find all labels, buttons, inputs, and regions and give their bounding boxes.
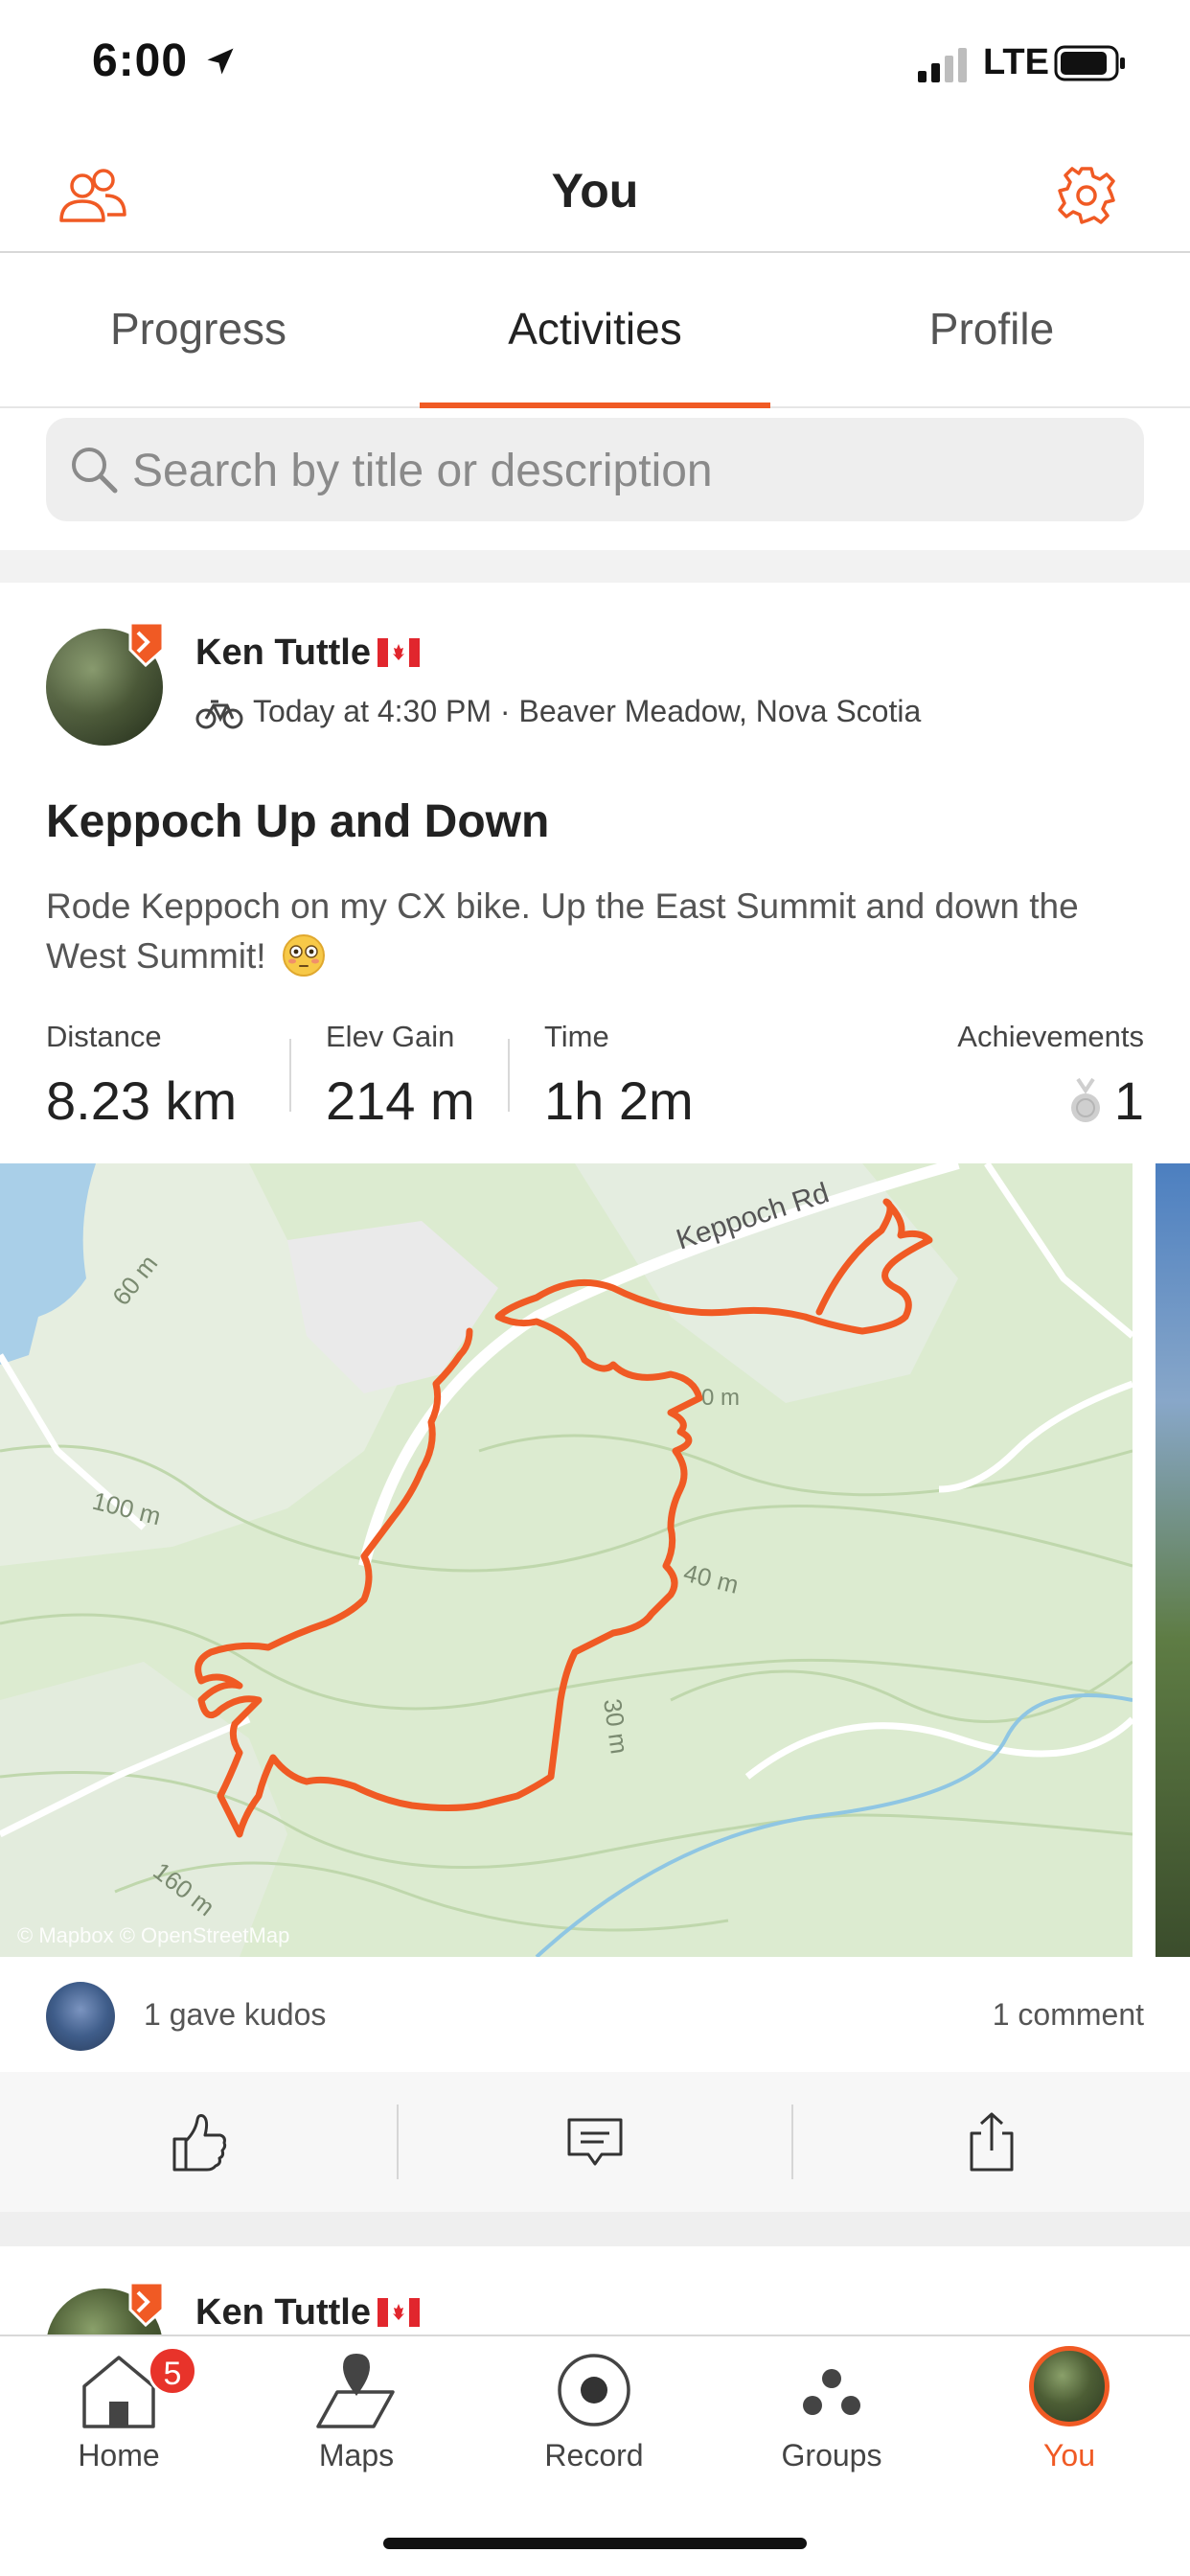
home-indicator bbox=[383, 2538, 807, 2549]
top-header: You bbox=[0, 134, 1190, 253]
section-divider bbox=[0, 2212, 1190, 2246]
map-canvas: Keppoch Rd 60 m 100 m 40 m 30 m 160 m 0 … bbox=[0, 1163, 1133, 1957]
tab-progress[interactable]: Progress bbox=[0, 253, 397, 406]
nav-label: Groups bbox=[781, 2438, 882, 2472]
stat-label: Elev Gain bbox=[326, 1020, 455, 1053]
stat-achievements: Achievements 1 bbox=[957, 1020, 1144, 1132]
comment-button[interactable] bbox=[397, 2072, 793, 2212]
activity-title[interactable]: Keppoch Up and Down bbox=[46, 795, 549, 848]
kudos-button[interactable] bbox=[0, 2072, 397, 2212]
thumbs-up-icon bbox=[172, 2114, 227, 2172]
subscriber-badge-icon bbox=[128, 2281, 165, 2327]
comment-icon bbox=[567, 2118, 623, 2166]
share-button[interactable] bbox=[793, 2072, 1190, 2212]
nav-label: You bbox=[1043, 2438, 1095, 2472]
settings-gear-icon[interactable] bbox=[1048, 157, 1125, 234]
search-icon bbox=[72, 448, 118, 494]
canada-flag-icon bbox=[378, 638, 420, 667]
nav-maps[interactable]: Maps bbox=[238, 2336, 475, 2528]
activity-meta: Today at 4:30 PM · Beaver Meadow, Nova S… bbox=[253, 694, 922, 728]
groups-icon bbox=[803, 2369, 860, 2415]
record-icon bbox=[558, 2354, 630, 2426]
search-placeholder: Search by title or description bbox=[132, 446, 713, 496]
map-attribution: © Mapbox © OpenStreetMap bbox=[17, 1923, 289, 1947]
nav-label: Record bbox=[544, 2438, 644, 2472]
map-pin-icon bbox=[316, 2354, 395, 2428]
nav-record[interactable]: Record bbox=[475, 2336, 713, 2528]
nav-label: Maps bbox=[318, 2438, 395, 2472]
stat-value: 8.23 km bbox=[46, 1070, 238, 1131]
stat-distance: Distance 8.23 km bbox=[46, 1020, 237, 1132]
battery-icon bbox=[1054, 45, 1125, 81]
activity-stats: Distance 8.23 km Elev Gain 214 m Time 1h… bbox=[46, 1020, 1144, 1135]
stat-value: 1 bbox=[1113, 1070, 1144, 1131]
page-title: You bbox=[551, 164, 639, 218]
bike-icon bbox=[195, 700, 243, 729]
tab-profile[interactable]: Profile bbox=[793, 253, 1190, 406]
nav-you[interactable]: You bbox=[950, 2336, 1188, 2528]
flushed-face-emoji-icon bbox=[282, 934, 325, 977]
route-map[interactable]: Keppoch Rd 60 m 100 m 40 m 30 m 160 m 0 … bbox=[0, 1163, 1133, 1957]
location-arrow-icon bbox=[207, 48, 234, 75]
status-time: 6:00 bbox=[92, 35, 189, 86]
stat-time: Time 1h 2m bbox=[544, 1020, 694, 1132]
kudos-row: 1 gave kudos 1 comment bbox=[0, 1957, 1190, 2072]
section-divider bbox=[0, 550, 1190, 583]
status-bar: 6:00 LTE bbox=[0, 0, 1190, 134]
medal-icon bbox=[1070, 1077, 1100, 1122]
nav-home[interactable]: 5 Home bbox=[0, 2336, 238, 2528]
stat-label: Time bbox=[544, 1020, 609, 1053]
tab-activities[interactable]: Activities bbox=[397, 253, 793, 408]
search-input[interactable]: Search by title or description bbox=[46, 418, 1144, 521]
stat-elev-gain: Elev Gain 214 m bbox=[326, 1020, 475, 1132]
stat-divider bbox=[289, 1039, 291, 1112]
stat-value: 214 m bbox=[326, 1070, 475, 1131]
kudos-count[interactable]: 1 gave kudos bbox=[144, 1997, 326, 2033]
user-avatar bbox=[1029, 2346, 1110, 2426]
nav-label: Home bbox=[78, 2438, 160, 2472]
map-contour-label: 0 m bbox=[701, 1385, 740, 1411]
activity-actions bbox=[0, 2072, 1190, 2212]
stat-divider bbox=[508, 1039, 510, 1112]
stat-label: Distance bbox=[46, 1020, 162, 1053]
canada-flag-icon bbox=[378, 2298, 420, 2327]
network-type: LTE bbox=[983, 42, 1049, 82]
subscriber-badge-icon bbox=[128, 621, 165, 667]
activity-photo-preview[interactable] bbox=[1156, 1163, 1190, 1957]
comment-count[interactable]: 1 comment bbox=[993, 1997, 1144, 2033]
notification-badge: 5 bbox=[148, 2346, 197, 2396]
tab-bar: Progress Activities Profile bbox=[0, 253, 1190, 408]
athlete-name[interactable]: Ken Tuttle bbox=[195, 632, 371, 674]
activity-description-text: Rode Keppoch on my CX bike. Up the East … bbox=[46, 886, 1079, 976]
kudos-avatar[interactable] bbox=[46, 1982, 115, 2051]
athlete-name[interactable]: Ken Tuttle bbox=[195, 2292, 371, 2334]
activity-description: Rode Keppoch on my CX bike. Up the East … bbox=[46, 882, 1157, 981]
nav-groups[interactable]: Groups bbox=[713, 2336, 950, 2528]
share-icon bbox=[970, 2112, 1014, 2172]
stat-value: 1h 2m bbox=[544, 1070, 694, 1131]
stat-label: Achievements bbox=[957, 1020, 1144, 1053]
signal-icon bbox=[918, 48, 967, 82]
home-icon bbox=[82, 2356, 155, 2428]
